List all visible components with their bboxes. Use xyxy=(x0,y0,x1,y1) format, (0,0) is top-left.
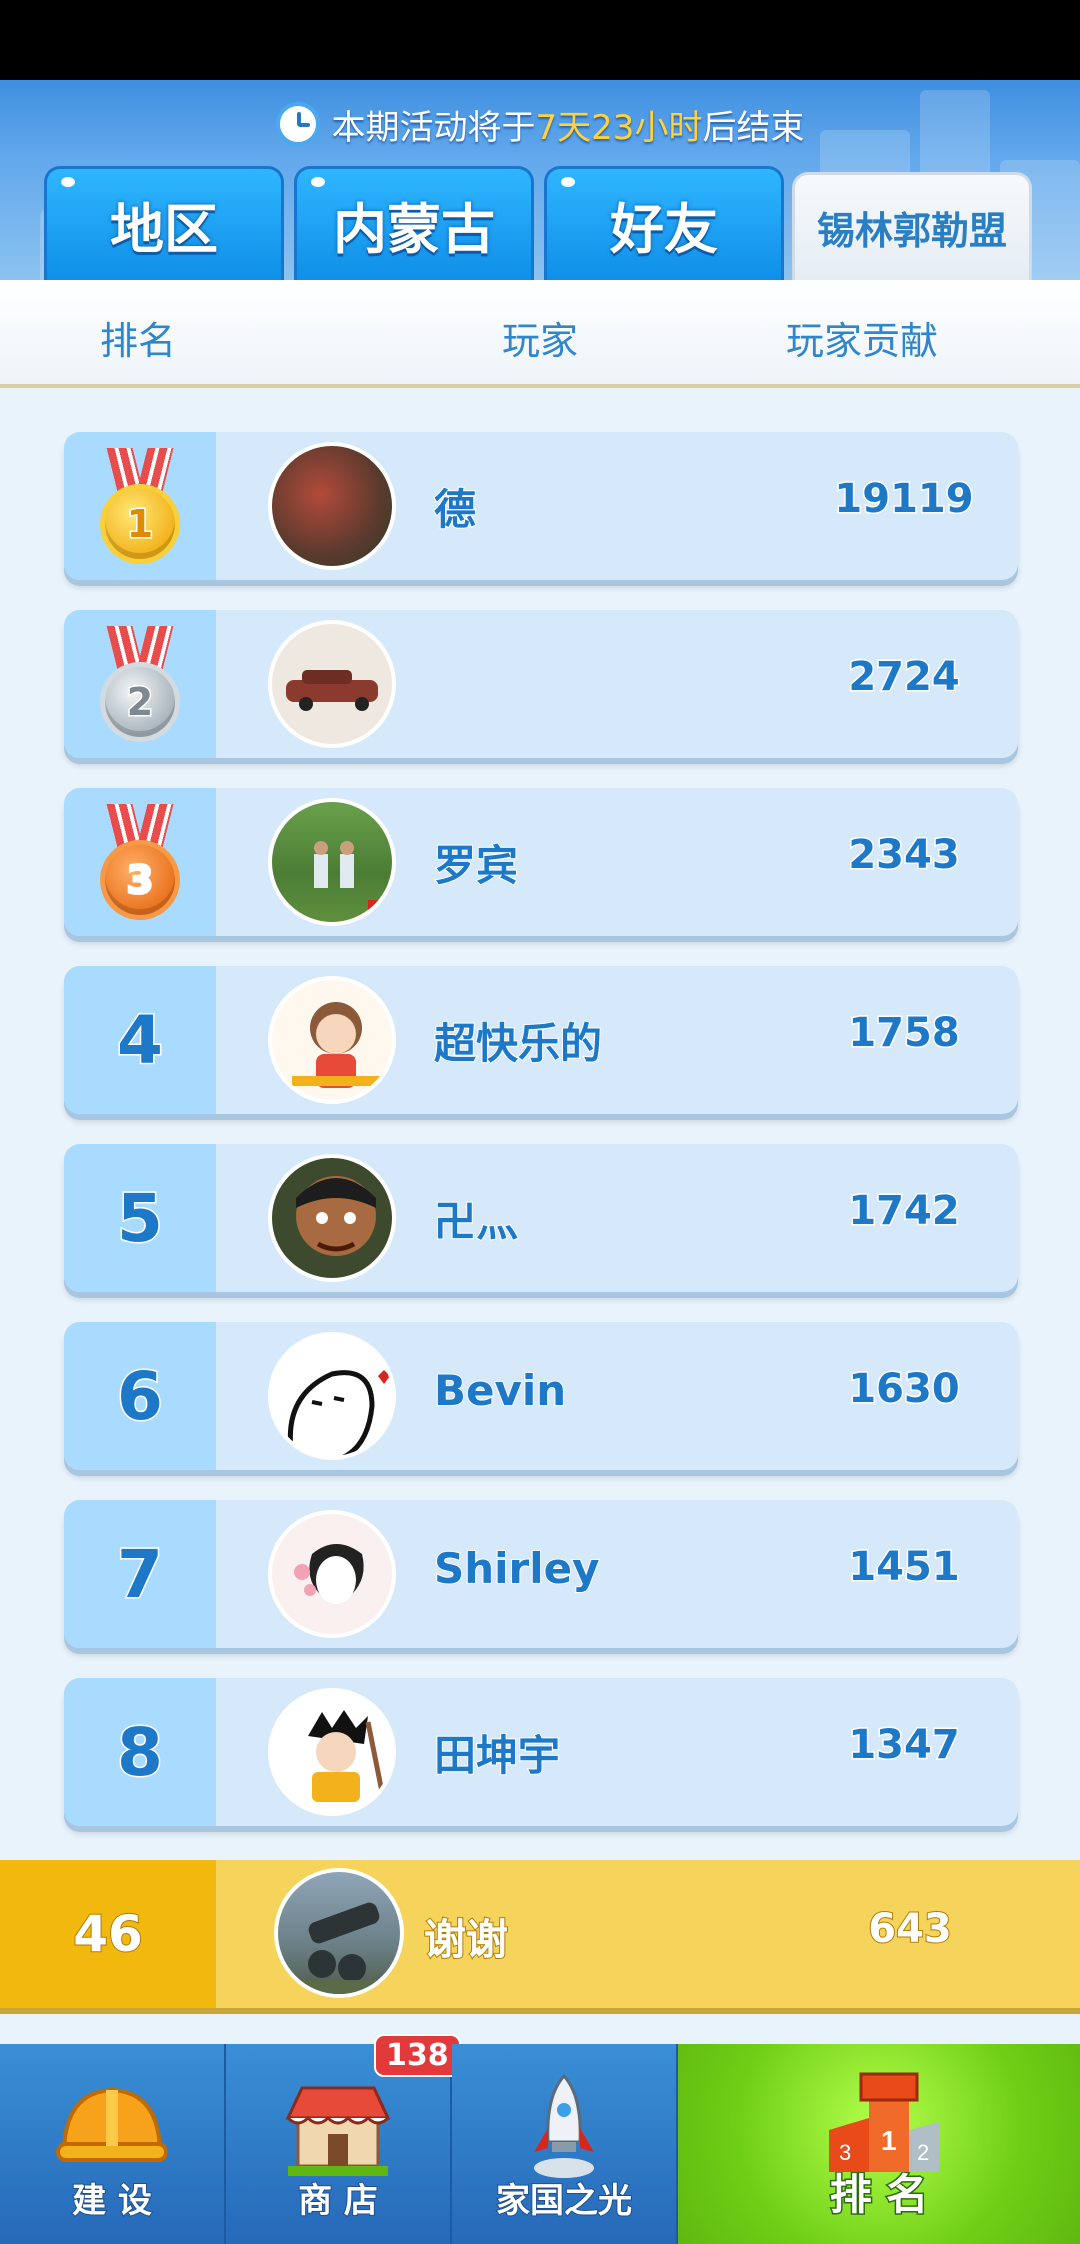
leaderboard-list[interactable]: 1 德 19119 2 2724 3 罗宾 2343 4 超快乐的 1758 5… xyxy=(0,392,1080,1852)
region-tabs: 地区 内蒙古 好友 锡林郭勒盟 xyxy=(0,166,1080,280)
svg-text:1: 1 xyxy=(881,2125,897,2156)
tab-xilingol[interactable]: 锡林郭勒盟 xyxy=(792,172,1032,280)
leaderboard-row[interactable]: 1 德 19119 xyxy=(64,432,1018,580)
player-name: 罗宾 xyxy=(433,840,519,891)
rank-number: 7 xyxy=(64,1500,216,1648)
col-contribution: 玩家贡献 xyxy=(786,319,939,363)
timer-prefix: 本期活动将于 xyxy=(331,107,536,148)
timer-suffix: 后结束 xyxy=(702,107,805,148)
svg-text:3: 3 xyxy=(839,2140,851,2165)
podium-icon: 1 3 2 xyxy=(829,2072,939,2172)
rocket-icon xyxy=(534,2073,594,2178)
shop-icon xyxy=(285,2086,391,2176)
avatar[interactable] xyxy=(268,1688,396,1816)
bottom-nav: 建 设 138 商 店 家国之光 1 3 2 排 名 xyxy=(0,2034,1080,2244)
player-name: 德 xyxy=(433,484,477,535)
leaderboard-row[interactable]: 4 超快乐的 1758 xyxy=(64,966,1018,1114)
leaderboard-row[interactable]: 5 卍灬 1742 xyxy=(64,1144,1018,1292)
rank-cell: 3 xyxy=(64,788,216,936)
leaderboard-row[interactable]: 2 2724 xyxy=(64,610,1018,758)
my-rank: 46 xyxy=(0,1860,216,2008)
leaderboard-row[interactable]: 6 Bevin 1630 xyxy=(64,1322,1018,1470)
nav-ranking[interactable]: 1 3 2 排 名 xyxy=(678,2044,1080,2244)
event-timer: 本期活动将于7天23小时后结束 xyxy=(0,96,1080,152)
rank-number: 4 xyxy=(64,966,216,1114)
player-name: Shirley xyxy=(433,1543,601,1594)
my-score: 643 xyxy=(867,1905,953,1953)
tab-friends[interactable]: 好友 xyxy=(544,166,784,280)
avatar[interactable] xyxy=(268,798,396,926)
helmet-icon xyxy=(56,2087,168,2162)
avatar[interactable] xyxy=(268,1332,396,1460)
rank-number: 8 xyxy=(64,1678,216,1826)
gold-medal-icon: 1 xyxy=(95,448,185,564)
my-avatar[interactable] xyxy=(274,1868,404,1998)
timer-remaining: 7天23小时 xyxy=(535,107,703,148)
col-player: 玩家 xyxy=(502,319,579,363)
rank-number: 6 xyxy=(64,1322,216,1470)
column-header: 排名 玩家 玩家贡献 xyxy=(0,280,1080,388)
my-rank-row[interactable]: 46 谢谢 643 xyxy=(0,1860,1080,2008)
nav-shop[interactable]: 138 商 店 xyxy=(226,2034,461,2244)
avatar[interactable] xyxy=(268,1154,396,1282)
avatar[interactable] xyxy=(268,442,396,570)
player-name: 超快乐的 xyxy=(433,1018,603,1069)
rank-number: 5 xyxy=(64,1144,216,1292)
leaderboard-row[interactable]: 8 田坤宇 1347 xyxy=(64,1678,1018,1826)
bronze-medal-icon: 3 xyxy=(95,804,185,920)
player-name: 卍灬 xyxy=(433,1196,519,1247)
leaderboard-row[interactable]: 3 罗宾 2343 xyxy=(64,788,1018,936)
player-name: Bevin xyxy=(433,1365,567,1416)
col-rank: 排名 xyxy=(100,319,177,363)
player-score: 2343 xyxy=(847,831,961,880)
player-name: 田坤宇 xyxy=(433,1730,561,1781)
svg-text:2: 2 xyxy=(917,2140,929,2165)
status-bar xyxy=(0,0,1080,80)
clock-icon xyxy=(275,102,320,146)
player-score: 1630 xyxy=(847,1365,961,1414)
leaderboard-row[interactable]: 7 Shirley 1451 xyxy=(64,1500,1018,1648)
my-name: 谢谢 xyxy=(423,1914,509,1965)
avatar[interactable] xyxy=(268,620,396,748)
rank-cell: 2 xyxy=(64,610,216,758)
avatar[interactable] xyxy=(268,976,396,1104)
nav-national-glory[interactable]: 家国之光 xyxy=(452,2044,678,2244)
silver-medal-icon: 2 xyxy=(95,626,185,742)
player-score: 1758 xyxy=(847,1009,961,1058)
player-score: 1451 xyxy=(847,1543,961,1592)
nav-build[interactable]: 建 设 xyxy=(0,2044,226,2244)
player-score: 19119 xyxy=(833,475,975,524)
player-score: 2724 xyxy=(847,653,961,702)
tab-inner-mongolia[interactable]: 内蒙古 xyxy=(294,166,534,280)
rank-cell: 1 xyxy=(64,432,216,580)
player-score: 1742 xyxy=(847,1187,961,1236)
avatar[interactable] xyxy=(268,1510,396,1638)
shop-badge: 138 xyxy=(374,2034,461,2077)
player-score: 1347 xyxy=(847,1721,961,1770)
tab-region[interactable]: 地区 xyxy=(44,166,284,280)
